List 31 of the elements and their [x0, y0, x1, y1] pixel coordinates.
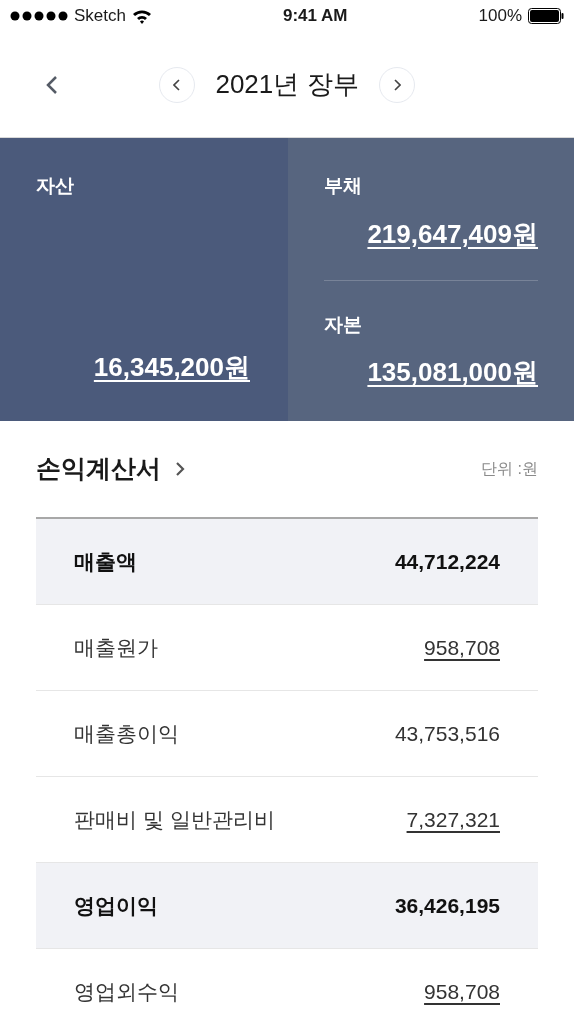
- assets-label: 자산: [36, 174, 75, 198]
- battery-icon: [528, 8, 564, 24]
- amount-link[interactable]: 7,327,321: [406, 803, 500, 836]
- row-label: 매출총이익: [74, 720, 179, 747]
- row-label: 매출원가: [74, 634, 158, 661]
- chevron-right-icon: [392, 78, 401, 91]
- amount-link[interactable]: 958,708: [424, 631, 500, 664]
- unit-label: 단위 :원: [481, 459, 538, 479]
- income-statement-link[interactable]: 손익계산서: [36, 450, 185, 488]
- battery-percent: 100%: [478, 5, 522, 28]
- liabilities-label: 부채: [324, 174, 363, 198]
- equity-amount-link[interactable]: 135,081,000원: [367, 353, 538, 392]
- wifi-icon: [132, 8, 152, 24]
- carrier-name: Sketch: [74, 5, 126, 28]
- clock-time: 9:41 AM: [282, 5, 348, 28]
- amount-link[interactable]: 958,708: [424, 975, 500, 1008]
- signal-icon: [10, 11, 68, 21]
- chevron-right-icon: [175, 461, 185, 477]
- row-label: 영업이익: [74, 892, 158, 919]
- amount-value: 43,753,516: [394, 720, 500, 747]
- back-icon: [46, 75, 58, 95]
- chevron-left-icon: [173, 78, 182, 91]
- equity-label: 자본: [324, 312, 363, 337]
- amount-value: 36,426,195: [394, 892, 500, 919]
- row-label: 판매비 및 일반관리비: [74, 806, 275, 833]
- row-label: 영업외수익: [74, 978, 179, 1005]
- page-title: 2021년 장부: [215, 68, 359, 101]
- liabilities-amount-link[interactable]: 219,647,409원: [367, 214, 538, 254]
- amount-value: 44,712,224: [394, 548, 500, 575]
- assets-amount-link[interactable]: 16,345,200원: [93, 348, 250, 387]
- row-label: 매출액: [74, 548, 137, 575]
